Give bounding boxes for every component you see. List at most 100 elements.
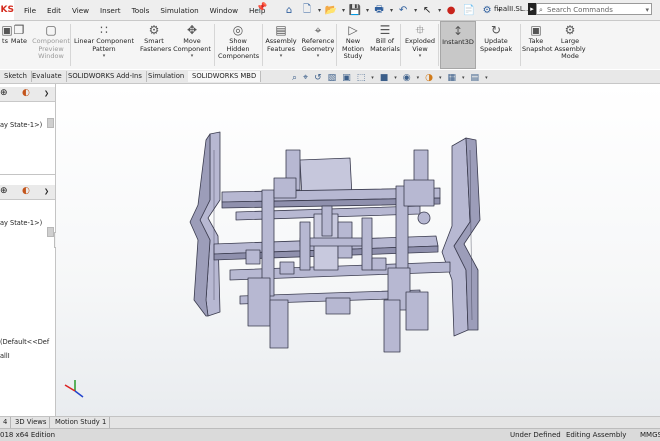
chevron-down-icon[interactable]: ▾ bbox=[342, 7, 345, 14]
file-properties-icon[interactable]: 📄 bbox=[462, 3, 476, 17]
graphics-viewport[interactable] bbox=[56, 84, 660, 416]
tree-item-assembly[interactable]: allI bbox=[0, 352, 10, 360]
tree-item-default[interactable]: (Default<<Def bbox=[0, 338, 49, 346]
ribbon-button-large-assembly[interactable]: ⚙ Large Assembly Mode bbox=[554, 21, 586, 69]
undo-icon[interactable]: ↶ bbox=[396, 3, 410, 17]
chevron-down-icon[interactable]: ▾ bbox=[414, 7, 417, 14]
menu-view[interactable]: View bbox=[72, 6, 89, 15]
menu-file[interactable]: File bbox=[24, 6, 36, 15]
ribbon-button-motion-study[interactable]: ▷ New Motion Study bbox=[340, 21, 366, 69]
tab-evaluate[interactable]: Evaluate bbox=[28, 71, 67, 82]
save-icon[interactable]: 💾 bbox=[348, 3, 362, 17]
zoom-to-fit-icon[interactable]: ⌕ bbox=[292, 73, 297, 83]
left-bracket[interactable] bbox=[273, 177, 297, 199]
left-guide-rod[interactable] bbox=[299, 221, 311, 271]
configuration-manager-icon[interactable]: ⊕ bbox=[0, 186, 8, 196]
tab-simulation[interactable]: Simulation bbox=[144, 71, 190, 82]
right-front-foot[interactable] bbox=[383, 299, 401, 353]
configuration-manager-icon[interactable]: ⊕ bbox=[0, 88, 8, 98]
ribbon-button-assembly-features[interactable]: ▤ Assembly Features ▾ bbox=[264, 21, 298, 69]
ribbon-button-insert-components[interactable]: ▣ ts bbox=[0, 21, 12, 69]
center-base-plate[interactable] bbox=[325, 297, 351, 315]
display-manager-icon[interactable]: ◐ bbox=[22, 88, 30, 98]
section-view-icon[interactable]: ▧ bbox=[328, 73, 337, 83]
chevron-down-icon[interactable]: ▾ bbox=[462, 75, 465, 81]
chevron-down-icon[interactable]: ▾ bbox=[264, 53, 298, 61]
lower-scrollbar-thumb[interactable] bbox=[47, 227, 54, 237]
ribbon-button-bom[interactable]: ☰ Bill of Materials bbox=[370, 21, 400, 69]
center-slider[interactable] bbox=[321, 205, 333, 237]
chevron-right-icon[interactable]: ❯ bbox=[44, 188, 49, 195]
tab-motion-study-1[interactable]: Motion Study 1 bbox=[52, 417, 111, 428]
menu-tools[interactable]: Tools bbox=[132, 6, 150, 15]
menu-simulation[interactable]: Simulation bbox=[160, 6, 198, 15]
left-front-foot[interactable] bbox=[269, 299, 289, 349]
right-guide-rod[interactable] bbox=[361, 217, 373, 271]
chevron-down-icon[interactable]: ▾ bbox=[300, 53, 336, 61]
print-icon[interactable]: 🖶 bbox=[372, 3, 386, 17]
ribbon-button-preview-window[interactable]: ▢ Component Preview Window bbox=[32, 21, 70, 69]
chevron-down-icon[interactable]: ▾ bbox=[390, 7, 393, 14]
menu-edit[interactable]: Edit bbox=[47, 6, 61, 15]
pin-menu-icon[interactable]: 📌 bbox=[256, 3, 267, 13]
small-bracket[interactable] bbox=[371, 257, 387, 271]
chevron-down-icon[interactable]: ▾ bbox=[394, 75, 397, 81]
edit-appearance-icon[interactable]: ◑ bbox=[425, 73, 433, 83]
dynamic-annotation-icon[interactable]: ▣ bbox=[342, 73, 351, 83]
tab-solidworks-addins[interactable]: SOLIDWORKS Add-Ins bbox=[64, 71, 147, 82]
view-orientation-icon[interactable]: ⬚ bbox=[357, 73, 366, 83]
ribbon-button-move-component[interactable]: ✥ Move Component ▾ bbox=[172, 21, 212, 69]
select-cursor-icon[interactable]: ↖ bbox=[420, 3, 434, 17]
search-input[interactable]: ⌕ Search Commands ▾ bbox=[536, 3, 652, 15]
hide-show-items-icon[interactable]: ◉ bbox=[403, 73, 411, 83]
chevron-down-icon[interactable]: ▾ bbox=[371, 75, 374, 81]
ribbon-button-speedpak[interactable]: ↻ Update Speedpak bbox=[480, 21, 512, 69]
chevron-down-icon[interactable]: ▾ bbox=[404, 53, 436, 61]
chevron-down-icon[interactable]: ▾ bbox=[72, 53, 136, 61]
chevron-down-icon[interactable]: ▾ bbox=[318, 7, 321, 14]
ribbon-button-instant3d[interactable]: ↕ Instant3D bbox=[440, 21, 476, 69]
ribbon-button-linear-pattern[interactable]: ∷ Linear Component Pattern ▾ bbox=[72, 21, 136, 69]
new-document-icon[interactable]: 🗋 bbox=[300, 3, 314, 17]
chevron-right-icon[interactable]: ❯ bbox=[44, 90, 49, 97]
chevron-down-icon[interactable]: ▾ bbox=[417, 75, 420, 81]
chevron-down-icon[interactable]: ▾ bbox=[645, 4, 649, 16]
right-foot[interactable] bbox=[405, 291, 429, 331]
tab-solidworks-mbd[interactable]: SOLIDWORKS MBD bbox=[188, 71, 262, 82]
ribbon-button-reference-geometry[interactable]: ⌖ Reference Geometry ▾ bbox=[300, 21, 336, 69]
lower-tree-text[interactable]: ay State-1>) bbox=[0, 219, 42, 227]
search-toggle-icon[interactable]: ▸ bbox=[528, 3, 536, 15]
right-bracket[interactable] bbox=[403, 179, 435, 207]
small-bracket[interactable] bbox=[245, 249, 261, 265]
ribbon-button-show-hidden[interactable]: ◎ Show Hidden Components bbox=[218, 21, 259, 69]
small-bracket[interactable] bbox=[279, 261, 295, 275]
open-folder-icon[interactable]: 📂 bbox=[324, 3, 338, 17]
left-foot[interactable] bbox=[247, 277, 271, 327]
display-style-icon[interactable]: ■ bbox=[380, 73, 389, 83]
panel-divider[interactable] bbox=[0, 174, 55, 175]
upper-tree-text[interactable]: ay State-1>) bbox=[0, 121, 42, 129]
status-units[interactable]: MMGS bbox=[640, 429, 660, 441]
rebuild-traffic-light-icon[interactable]: ● bbox=[444, 3, 458, 17]
display-manager-icon[interactable]: ◐ bbox=[22, 186, 30, 196]
ribbon-button-smart-fasteners[interactable]: ⚙ Smart Fasteners bbox=[140, 21, 171, 69]
ribbon-button-snapshot[interactable]: ▣ Take Snapshot bbox=[522, 21, 552, 69]
view-settings-icon[interactable]: ▤ bbox=[471, 73, 480, 83]
home-icon[interactable]: ⌂ bbox=[282, 3, 296, 17]
previous-view-icon[interactable]: ↺ bbox=[314, 73, 322, 83]
options-gear-icon[interactable]: ⚙ bbox=[480, 3, 494, 17]
chevron-down-icon[interactable]: ▾ bbox=[438, 7, 441, 14]
upper-scrollbar-thumb[interactable] bbox=[47, 118, 54, 128]
chevron-down-icon[interactable]: ▾ bbox=[439, 75, 442, 81]
menu-insert[interactable]: Insert bbox=[100, 6, 121, 15]
chevron-down-icon[interactable]: ▾ bbox=[485, 75, 488, 81]
right-bearing[interactable] bbox=[417, 211, 431, 225]
assembly-model[interactable] bbox=[56, 84, 660, 416]
tab-model[interactable]: 4 bbox=[0, 417, 12, 428]
ribbon-button-exploded-view[interactable]: ⯐ Exploded View ▾ bbox=[404, 21, 436, 69]
menu-window[interactable]: Window bbox=[210, 6, 238, 15]
ribbon-button-mate[interactable]: ❐ Mate bbox=[10, 21, 28, 69]
tab-3d-views[interactable]: 3D Views bbox=[12, 417, 51, 428]
apply-scene-icon[interactable]: ▦ bbox=[448, 73, 457, 83]
chevron-down-icon[interactable]: ▾ bbox=[366, 7, 369, 14]
